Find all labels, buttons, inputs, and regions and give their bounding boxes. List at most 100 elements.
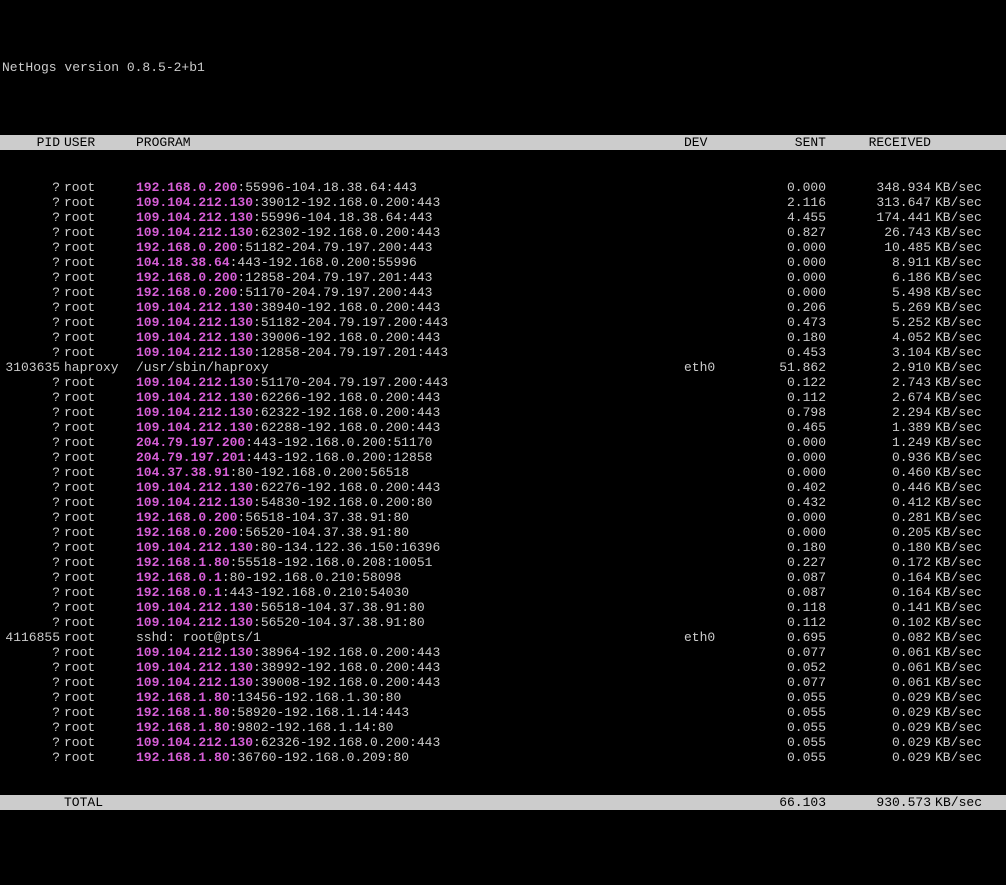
program: 192.168.1.80:9802-192.168.1.14:80 bbox=[132, 720, 684, 735]
user: root bbox=[60, 300, 132, 315]
ip-address: 192.168.1.80 bbox=[136, 555, 230, 570]
user: root bbox=[60, 525, 132, 540]
pid: ? bbox=[0, 435, 60, 450]
ip-address: 192.168.1.80 bbox=[136, 690, 230, 705]
total-label: TOTAL bbox=[60, 795, 132, 810]
ip-address: 192.168.1.80 bbox=[136, 750, 230, 765]
sent: 0.000 bbox=[754, 270, 826, 285]
program: 109.104.212.130:38940-192.168.0.200:443 bbox=[132, 300, 684, 315]
total-sent: 66.103 bbox=[754, 795, 826, 810]
user: root bbox=[60, 630, 132, 645]
process-row: ?root109.104.212.130:62326-192.168.0.200… bbox=[0, 735, 1006, 750]
program: 204.79.197.201:443-192.168.0.200:12858 bbox=[132, 450, 684, 465]
unit: KB/sec bbox=[931, 645, 990, 660]
header-received: RECEIVED bbox=[826, 135, 931, 150]
connection-tail: :62266-192.168.0.200:443 bbox=[253, 390, 440, 405]
header-row: PID USER PROGRAM DEV SENT RECEIVED bbox=[0, 135, 1006, 150]
user: root bbox=[60, 390, 132, 405]
sent: 0.000 bbox=[754, 180, 826, 195]
user: root bbox=[60, 315, 132, 330]
unit: KB/sec bbox=[931, 420, 990, 435]
sent: 0.055 bbox=[754, 705, 826, 720]
blank-line bbox=[0, 90, 1006, 105]
pid: ? bbox=[0, 285, 60, 300]
received: 0.029 bbox=[826, 735, 931, 750]
process-row: ?root109.104.212.130:38964-192.168.0.200… bbox=[0, 645, 1006, 660]
user: root bbox=[60, 465, 132, 480]
unit: KB/sec bbox=[931, 495, 990, 510]
connection-tail: :443-192.168.0.210:54030 bbox=[222, 585, 409, 600]
received: 5.252 bbox=[826, 315, 931, 330]
unit: KB/sec bbox=[931, 510, 990, 525]
connection-tail: :38940-192.168.0.200:443 bbox=[253, 300, 440, 315]
unit: KB/sec bbox=[931, 315, 990, 330]
program: 109.104.212.130:54830-192.168.0.200:80 bbox=[132, 495, 684, 510]
user: root bbox=[60, 555, 132, 570]
sent: 4.455 bbox=[754, 210, 826, 225]
app-title: NetHogs version 0.8.5-2+b1 bbox=[0, 60, 1006, 75]
ip-address: 109.104.212.130 bbox=[136, 390, 253, 405]
ip-address: 109.104.212.130 bbox=[136, 660, 253, 675]
device bbox=[684, 420, 754, 435]
pid: ? bbox=[0, 675, 60, 690]
ip-address: 109.104.212.130 bbox=[136, 345, 253, 360]
device bbox=[684, 555, 754, 570]
unit: KB/sec bbox=[931, 615, 990, 630]
unit: KB/sec bbox=[931, 180, 990, 195]
user: root bbox=[60, 195, 132, 210]
received: 0.061 bbox=[826, 675, 931, 690]
process-row: ?root192.168.1.80:58920-192.168.1.14:443… bbox=[0, 705, 1006, 720]
user: root bbox=[60, 585, 132, 600]
process-row: ?root109.104.212.130:62302-192.168.0.200… bbox=[0, 225, 1006, 240]
received: 0.460 bbox=[826, 465, 931, 480]
program: 192.168.1.80:58920-192.168.1.14:443 bbox=[132, 705, 684, 720]
unit: KB/sec bbox=[931, 555, 990, 570]
unit: KB/sec bbox=[931, 600, 990, 615]
device bbox=[684, 300, 754, 315]
device bbox=[684, 345, 754, 360]
sent: 0.055 bbox=[754, 720, 826, 735]
total-unit: KB/sec bbox=[931, 795, 990, 810]
process-row: ?root109.104.212.130:80-134.122.36.150:1… bbox=[0, 540, 1006, 555]
unit: KB/sec bbox=[931, 750, 990, 765]
header-dev: DEV bbox=[684, 135, 754, 150]
process-row: ?root109.104.212.130:62276-192.168.0.200… bbox=[0, 480, 1006, 495]
process-row: ?root109.104.212.130:39012-192.168.0.200… bbox=[0, 195, 1006, 210]
received: 26.743 bbox=[826, 225, 931, 240]
device: eth0 bbox=[684, 360, 754, 375]
pid: ? bbox=[0, 225, 60, 240]
process-row: ?root109.104.212.130:12858-204.79.197.20… bbox=[0, 345, 1006, 360]
device bbox=[684, 270, 754, 285]
program: 192.168.1.80:55518-192.168.0.208:10051 bbox=[132, 555, 684, 570]
connection-tail: :56520-104.37.38.91:80 bbox=[237, 525, 409, 540]
received: 0.082 bbox=[826, 630, 931, 645]
connection-tail: :39008-192.168.0.200:443 bbox=[253, 675, 440, 690]
process-row: ?root192.168.1.80:13456-192.168.1.30:800… bbox=[0, 690, 1006, 705]
program: 192.168.0.200:51170-204.79.197.200:443 bbox=[132, 285, 684, 300]
process-row: ?root192.168.0.200:12858-204.79.197.201:… bbox=[0, 270, 1006, 285]
device bbox=[684, 615, 754, 630]
connection-tail: :62322-192.168.0.200:443 bbox=[253, 405, 440, 420]
connection-tail: :12858-204.79.197.201:443 bbox=[253, 345, 448, 360]
unit: KB/sec bbox=[931, 585, 990, 600]
program: sshd: root@pts/1 bbox=[132, 630, 684, 645]
process-row: 4116855rootsshd: root@pts/1eth00.6950.08… bbox=[0, 630, 1006, 645]
ip-address: 192.168.0.200 bbox=[136, 270, 237, 285]
device bbox=[684, 405, 754, 420]
sent: 0.453 bbox=[754, 345, 826, 360]
pid: ? bbox=[0, 525, 60, 540]
unit: KB/sec bbox=[931, 540, 990, 555]
sent: 0.465 bbox=[754, 420, 826, 435]
ip-address: 109.104.212.130 bbox=[136, 300, 253, 315]
user: root bbox=[60, 705, 132, 720]
pid: 4116855 bbox=[0, 630, 60, 645]
device bbox=[684, 600, 754, 615]
device bbox=[684, 465, 754, 480]
received: 5.498 bbox=[826, 285, 931, 300]
device bbox=[684, 180, 754, 195]
sent: 0.000 bbox=[754, 255, 826, 270]
unit: KB/sec bbox=[931, 735, 990, 750]
pid: ? bbox=[0, 585, 60, 600]
sent: 0.000 bbox=[754, 450, 826, 465]
sent: 0.112 bbox=[754, 390, 826, 405]
